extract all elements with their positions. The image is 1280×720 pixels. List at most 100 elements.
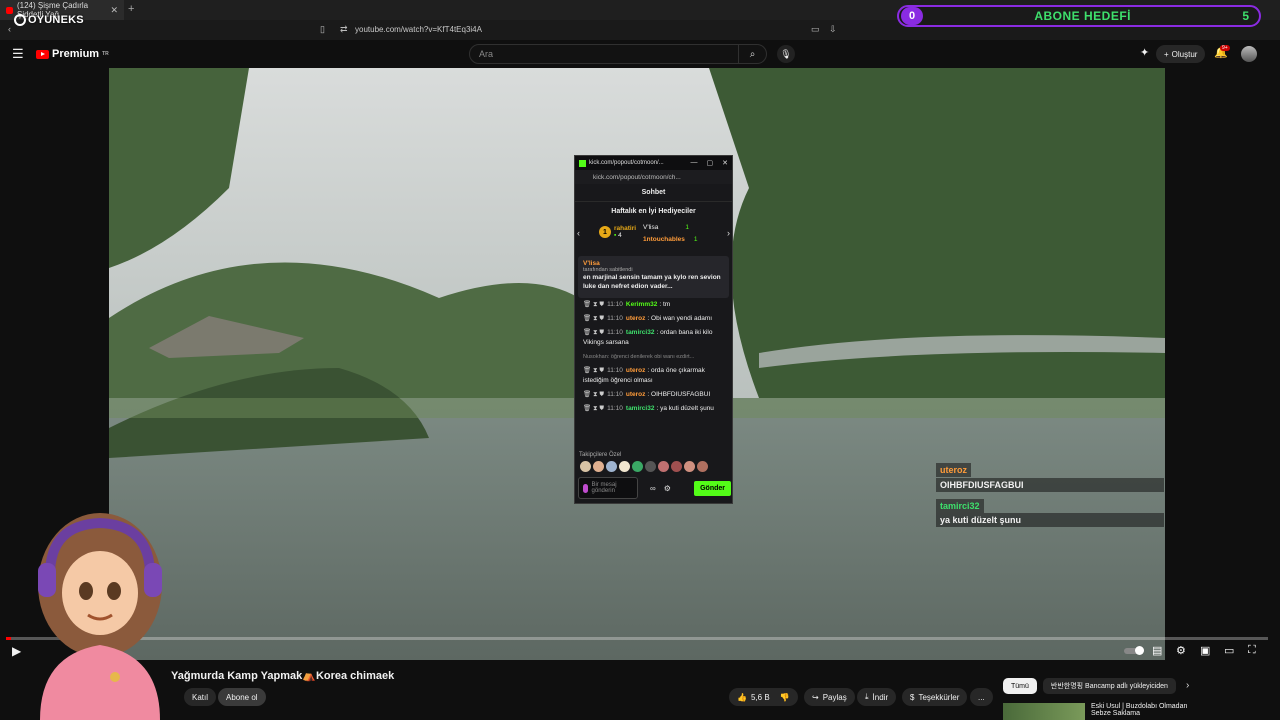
message-text: ya kuti düzelt şunu	[660, 405, 714, 412]
message-user[interactable]: tamirci32	[626, 405, 655, 412]
close-tab-icon[interactable]: ✕	[110, 5, 118, 16]
plus-icon: +	[1164, 49, 1169, 59]
emote-icon[interactable]	[697, 461, 708, 472]
prev-arrow-icon[interactable]: ‹	[577, 228, 580, 238]
next-arrow-icon[interactable]: ›	[727, 228, 730, 238]
logo-text: Premium	[52, 48, 100, 60]
voice-search-icon[interactable]: 🎙	[777, 45, 795, 63]
mod-icons[interactable]: 🗑 ⧗ ⛊	[583, 315, 604, 322]
share-label: Paylaş	[822, 692, 847, 702]
youtube-logo[interactable]: Premium TR	[36, 48, 109, 60]
emote-icon[interactable]	[593, 461, 604, 472]
chips-next-icon[interactable]: ›	[1186, 680, 1189, 691]
more-label: ...	[978, 692, 985, 702]
new-tab-button[interactable]: +	[128, 3, 134, 15]
popup-window-title: kick.com/popout/cotmoon/...	[589, 160, 664, 166]
bookmark-icon[interactable]: ▯	[320, 24, 325, 35]
like-icon: 👍	[737, 692, 747, 702]
fullscreen-icon[interactable]: ⛶	[1248, 644, 1256, 657]
close-icon[interactable]: ✕	[722, 159, 728, 167]
emote-icon[interactable]	[606, 461, 617, 472]
mod-icons[interactable]: 🗑 ⧗ ⛊	[583, 329, 604, 336]
emote-icon[interactable]	[619, 461, 630, 472]
message-user[interactable]: uteroz	[626, 391, 646, 398]
chat-input[interactable]: Bir mesaj gönderin	[578, 477, 638, 499]
subscribe-button[interactable]: Abone ol	[218, 688, 266, 706]
thanks-label: Teşekkürler	[918, 692, 960, 702]
like-count: 5,6 B	[750, 692, 770, 702]
emote-icon[interactable]	[684, 461, 695, 472]
message-user[interactable]: uteroz	[626, 367, 646, 374]
gifter-name: V'lisa	[643, 224, 659, 231]
recommended-subtitle: Sebze Saklama	[1091, 710, 1141, 717]
more-actions-button[interactable]: ...	[970, 688, 993, 706]
video-title: Yağmurda Kamp Yapmak⛺Korea chimaek	[171, 670, 395, 682]
logo-region: TR	[102, 51, 109, 57]
dislike-icon[interactable]: 👎	[780, 693, 790, 702]
recommended-video[interactable]: Eski Usul | Buzdolabı Olmadan Sebze Sakl…	[1003, 703, 1187, 720]
like-button[interactable]: 👍 5,6 B 👎	[729, 688, 798, 706]
mod-icons[interactable]: 🗑 ⧗ ⛊	[583, 301, 604, 308]
search-icon[interactable]: ⌕	[738, 45, 766, 63]
chat-input-row: Bir mesaj gönderin ∞ ⚙ Gönder	[578, 477, 731, 499]
gifter-1: 1 rahatiri ▪ 4	[599, 225, 636, 239]
progress-bar[interactable]	[6, 637, 1268, 640]
emote-bar	[580, 461, 708, 472]
chat-header: Sohbet	[575, 184, 732, 202]
create-button[interactable]: + Oluştur	[1156, 45, 1206, 63]
subtitles-icon[interactable]: ▤	[1152, 644, 1162, 657]
emote-icon[interactable]	[580, 461, 591, 472]
brand-logo: OYUNEKS	[14, 14, 84, 26]
download-button[interactable]: ⤓ İndir	[857, 688, 897, 706]
join-button[interactable]: Katıl	[184, 688, 217, 706]
message-user[interactable]: uteroz	[626, 315, 646, 322]
emote-picker-icon[interactable]: ∞	[650, 484, 656, 493]
mod-icons[interactable]: 🗑 ⧗ ⛊	[583, 367, 604, 374]
recommended-thumbnail[interactable]	[1003, 703, 1085, 720]
progress-fill	[6, 637, 12, 640]
emote-icon[interactable]	[671, 461, 682, 472]
message-user[interactable]: tamirci32	[626, 329, 655, 336]
message-user[interactable]: Kerimm32	[626, 301, 657, 308]
cast-screen-icon[interactable]: ✦	[1140, 46, 1149, 59]
chat-message: 🗑 ⧗ ⛊ 11:10 uteroz: orda öne çıkarmak iste…	[575, 364, 732, 388]
subscriber-goal-overlay: 0 ABONE HEDEFİ 5	[897, 5, 1261, 27]
thanks-button[interactable]: $ Teşekkürler	[902, 688, 968, 706]
emote-icon[interactable]	[658, 461, 669, 472]
cast-icon[interactable]: ▭	[811, 24, 820, 35]
chip-all[interactable]: Tümü	[1003, 678, 1037, 694]
gifter-name: rahatiri	[614, 225, 637, 232]
settings-icon[interactable]: ⚙	[664, 484, 671, 493]
pinned-by-user: V'lisa	[583, 260, 600, 267]
share-button[interactable]: ↪ Paylaş	[804, 688, 855, 706]
search-input[interactable]: Ara ⌕	[469, 44, 767, 64]
chip-uploader[interactable]: 반반한명핑 Bancamp adlı yükleyiciden	[1042, 678, 1176, 694]
mod-icons[interactable]: 🗑 ⧗ ⛊	[583, 405, 604, 412]
gifters-header: Haftalık en İyi Hediyeciler	[611, 207, 696, 215]
emote-icon[interactable]	[645, 461, 656, 472]
menu-icon[interactable]: ☰	[12, 46, 24, 62]
message-text: Obi wan yendi adamı	[651, 315, 713, 322]
gifter-count: 1	[685, 224, 689, 231]
popup-url[interactable]: kick.com/popout/cotmoon/ch...	[575, 170, 732, 184]
site-settings-icon[interactable]: ⇄	[340, 24, 348, 35]
avatar[interactable]	[1241, 46, 1257, 62]
mod-icons[interactable]: 🗑 ⧗ ⛊	[583, 391, 604, 398]
emote-icon[interactable]	[632, 461, 643, 472]
emote-label: Takipçilere Özel	[579, 452, 622, 458]
pinned-message[interactable]: V'lisa tarafından sabitlendi en marjinal…	[578, 256, 729, 298]
miniplayer-icon[interactable]: ▣	[1200, 644, 1210, 657]
install-icon[interactable]: ⇩	[829, 24, 837, 35]
goal-target: 5	[1242, 9, 1249, 23]
theater-icon[interactable]: ▭	[1224, 644, 1234, 657]
minimize-icon[interactable]: —	[691, 159, 698, 167]
settings-icon[interactable]: ⚙	[1176, 644, 1186, 657]
url-text[interactable]: youtube.com/watch?v=KfT4tEq3i4A	[355, 25, 482, 34]
mic-icon[interactable]	[583, 483, 588, 493]
maximize-icon[interactable]: ▢	[707, 159, 714, 167]
back-icon[interactable]: ‹	[8, 24, 11, 34]
autoplay-toggle[interactable]	[1124, 646, 1144, 655]
download-label: İndir	[872, 692, 889, 702]
overlay-chat-user: tamirci32	[936, 499, 984, 513]
send-button[interactable]: Gönder	[694, 480, 731, 496]
